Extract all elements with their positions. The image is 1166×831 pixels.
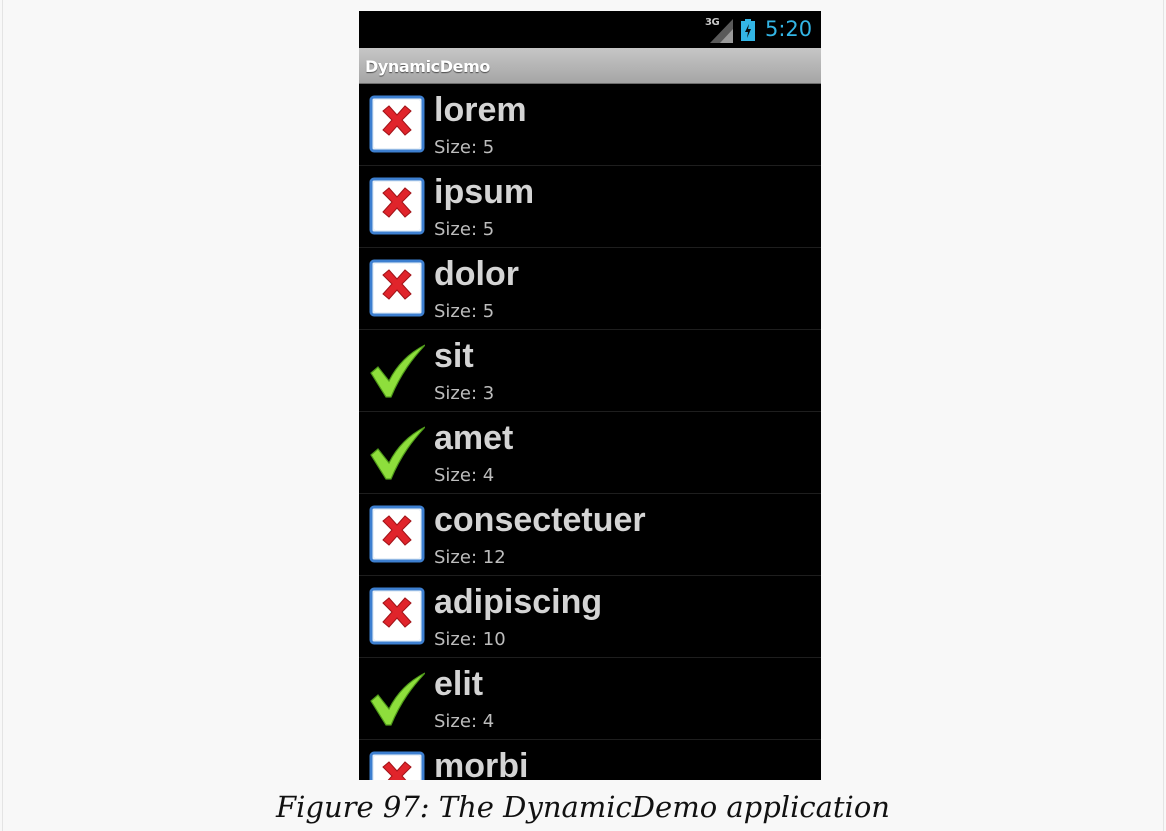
list-item[interactable]: elit Size: 4	[359, 658, 821, 740]
check-icon	[369, 667, 426, 729]
word-list[interactable]: lorem Size: 5 ipsum Size: 5 dolor Size: 5 s…	[359, 84, 821, 780]
list-item-size: Size: 5	[434, 301, 495, 322]
list-item-word: sit	[434, 337, 474, 375]
list-item[interactable]: lorem Size: 5	[359, 84, 821, 166]
list-item-size: Size: 5	[434, 219, 495, 240]
check-icon	[369, 421, 426, 483]
list-item-word: consectetuer	[434, 501, 646, 539]
status-clock: 5:20	[765, 17, 813, 41]
list-item-size: Size: 3	[434, 383, 495, 404]
delete-x-icon	[369, 175, 425, 237]
list-item[interactable]: morbi	[359, 740, 821, 780]
list-item-word: adipiscing	[434, 583, 603, 621]
list-item-size: Size: 12	[434, 547, 506, 568]
list-item[interactable]: sit Size: 3	[359, 330, 821, 412]
delete-x-icon	[369, 257, 425, 319]
check-icon	[369, 339, 426, 401]
figure-caption: Figure 97: The DynamicDemo application	[276, 790, 890, 824]
list-item-word: ipsum	[434, 173, 535, 211]
network-signal-icon: 3G	[705, 17, 733, 43]
list-item[interactable]: ipsum Size: 5	[359, 166, 821, 248]
list-item[interactable]: consectetuer Size: 12	[359, 494, 821, 576]
phone-screen: 3G 5:20 DynamicDemo lorem Size: 5 ipsum Si…	[359, 11, 821, 780]
title-bar: DynamicDemo	[359, 48, 821, 84]
list-item-size: Size: 4	[434, 465, 495, 486]
battery-charging-icon	[741, 19, 755, 41]
delete-x-icon	[369, 749, 425, 780]
list-item-word: lorem	[434, 91, 527, 129]
list-item-word: dolor	[434, 255, 519, 293]
app-title: DynamicDemo	[365, 57, 490, 76]
list-item[interactable]: adipiscing Size: 10	[359, 576, 821, 658]
list-item[interactable]: amet Size: 4	[359, 412, 821, 494]
list-item-size: Size: 5	[434, 137, 495, 158]
list-item-word: elit	[434, 665, 484, 703]
list-item-word: morbi	[434, 747, 529, 780]
list-item-word: amet	[434, 419, 514, 457]
list-item-size: Size: 4	[434, 711, 495, 732]
delete-x-icon	[369, 585, 425, 647]
status-bar: 3G 5:20	[359, 11, 821, 48]
network-type-label: 3G	[705, 17, 720, 28]
list-item[interactable]: dolor Size: 5	[359, 248, 821, 330]
delete-x-icon	[369, 503, 425, 565]
list-item-size: Size: 10	[434, 629, 506, 650]
delete-x-icon	[369, 93, 425, 155]
